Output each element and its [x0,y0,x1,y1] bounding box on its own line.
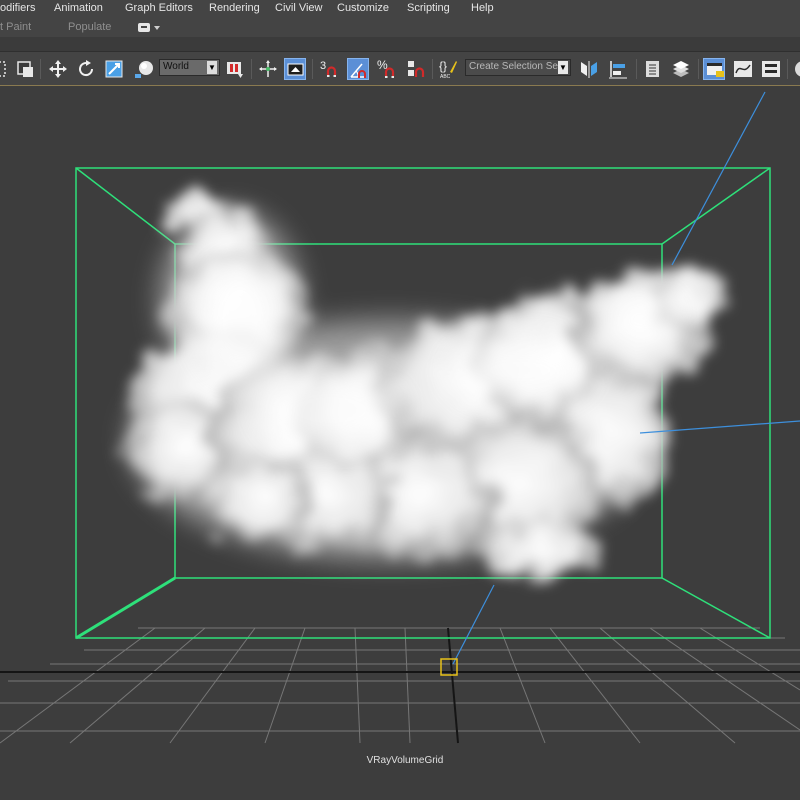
cloud-volume [130,195,725,580]
menu-scripting[interactable]: Scripting [407,2,450,14]
align-button[interactable] [607,58,629,80]
named-selection-icon: {} ABC [439,59,457,80]
menu-customize[interactable]: Customize [337,2,389,14]
angle-snap-toggle-button[interactable] [347,58,369,80]
ribbon-tabs: t Paint Populate [0,18,800,37]
edit-named-selection-sets-button[interactable]: {} ABC [437,58,459,80]
spinner-snap-toggle-button[interactable] [405,58,427,80]
grid-axis-y [447,627,459,744]
schematic-view-icon [762,61,780,77]
mirror-button[interactable] [578,58,600,80]
toggle-ribbon-button[interactable] [703,58,725,80]
move-arrows-icon [49,60,67,78]
schematic-view-button[interactable] [760,58,782,80]
menu-civil-view[interactable]: Civil View [275,2,322,14]
scene-explorer-icon [646,61,659,77]
pivot-center-button[interactable] [224,58,246,80]
mirror-icon [581,61,597,78]
perspective-viewport[interactable] [0,87,800,800]
named-selection-set-dropdown[interactable]: Create Selection Se ▼ [465,59,571,76]
window-crossing-icon [17,61,33,77]
manipulate-icon [259,60,277,77]
reference-coordinate-dropdown[interactable]: World ▼ [159,59,220,76]
spinner-snap-icon [408,61,425,77]
viewport-scene [0,91,800,744]
rotate-icon [79,60,94,77]
curve-editor-button[interactable] [732,58,754,80]
placement-button[interactable] [133,58,155,80]
angle-snap-icon [350,63,366,78]
window-crossing-button[interactable] [14,58,36,80]
snap-3d-icon: 3 [320,60,337,77]
percent-snap-toggle-button[interactable]: % [376,58,398,80]
select-region-icon [0,61,6,77]
keyboard-shortcut-override-button[interactable] [284,58,306,80]
percent-snap-icon: % [377,58,395,78]
pivot-center-icon [227,62,243,78]
scene-explorer-button[interactable] [642,58,664,80]
ribbon-display-dropdown[interactable] [138,22,162,33]
shortcut-override-icon [287,63,304,76]
menu-help[interactable]: Help [471,2,494,14]
main-toolbar: World ▼ 3 % {} ABC Create Selection Se ▼ [0,52,800,86]
layer-explorer-button[interactable] [670,58,692,80]
ribbon-toggle-icon [707,63,724,77]
scale-icon [105,60,123,78]
menu-modifiers[interactable]: odifiers [0,2,35,14]
dropdown-arrow-icon: ▼ [207,61,217,74]
placement-sphere-icon [135,61,153,78]
align-icon [609,61,627,79]
material-editor-button[interactable] [792,58,800,80]
home-grid [0,627,800,744]
reference-coordinate-value: World [163,61,189,72]
menu-graph-editors[interactable]: Graph Editors [125,2,193,14]
select-and-move-button[interactable] [47,58,69,80]
object-name-label: VRayVolumeGrid [366,755,444,766]
tab-object-paint[interactable]: t Paint [0,21,31,33]
menu-bar: odifiers Animation Graph Editors Renderi… [0,0,800,18]
select-and-scale-button[interactable] [104,58,126,80]
dropdown-arrow-icon: ▼ [558,61,568,74]
select-region-button[interactable] [0,58,10,80]
layers-icon [673,61,689,77]
select-and-rotate-button[interactable] [75,58,97,80]
ribbon-toggle-icon [138,23,160,32]
snaps-toggle-button[interactable]: 3 [318,58,340,80]
material-sphere-icon [795,61,800,77]
select-and-manipulate-button[interactable] [257,58,279,80]
menu-rendering[interactable]: Rendering [209,2,260,14]
selection-set-placeholder: Create Selection Se [469,61,558,72]
menu-animation[interactable]: Animation [54,2,103,14]
svg-text:{}: {} [439,59,447,73]
curve-editor-icon [734,61,752,77]
toolbar-strip [0,37,800,52]
svg-text:ABC: ABC [440,74,451,80]
svg-text:3: 3 [320,60,326,72]
tab-populate[interactable]: Populate [68,21,111,33]
